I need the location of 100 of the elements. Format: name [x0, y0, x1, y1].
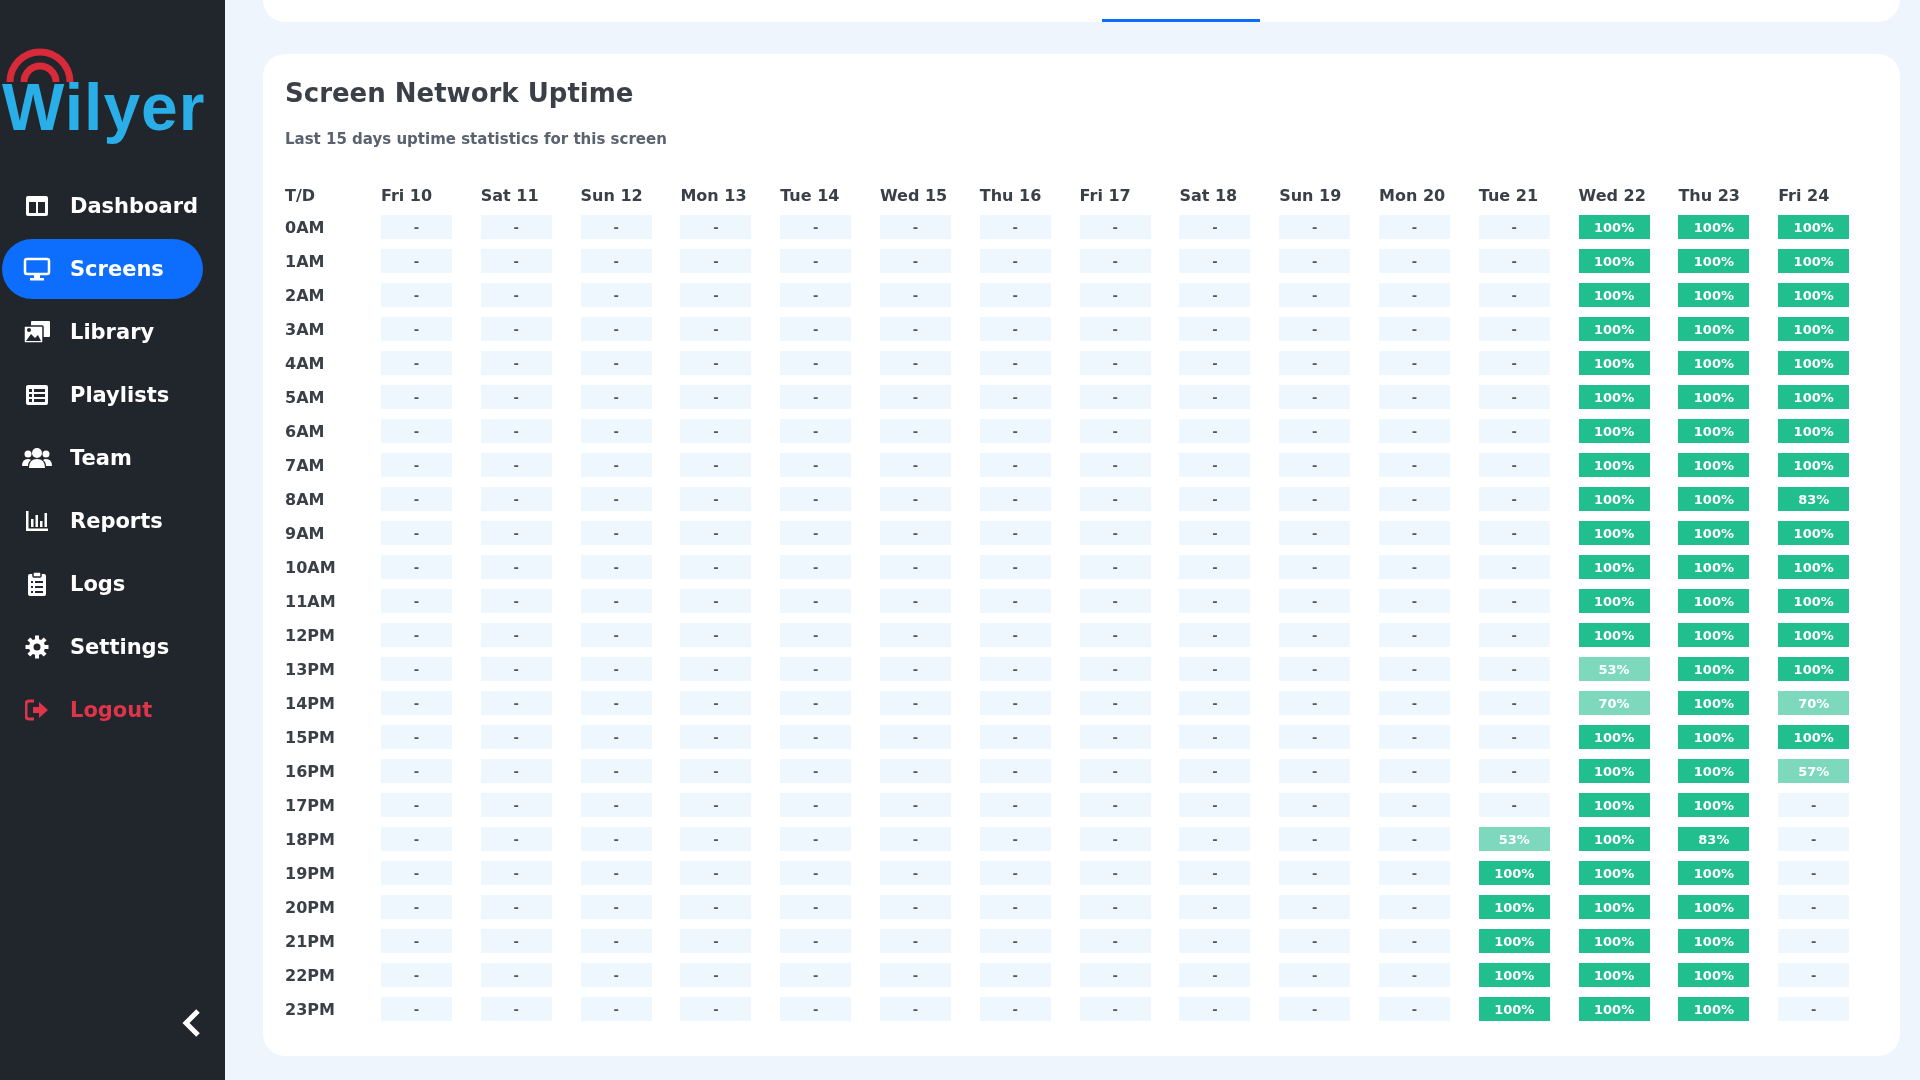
uptime-cell: -	[1279, 827, 1351, 851]
uptime-cell: -	[480, 249, 552, 273]
nav-item[interactable]: Dashboard	[2, 176, 203, 236]
nav-item[interactable]: Library	[2, 302, 203, 362]
uptime-cell: -	[1379, 963, 1450, 987]
uptime-cell: 53%	[1578, 657, 1650, 681]
uptime-cell: -	[480, 419, 552, 443]
uptime-cell: -	[880, 589, 951, 613]
hour-label: 8AM	[285, 489, 325, 509]
uptime-cell: -	[680, 215, 752, 239]
uptime-cell: -	[1379, 623, 1450, 647]
uptime-cell: -	[1279, 759, 1351, 783]
uptime-cell: 100%	[1678, 861, 1750, 885]
uptime-cell: -	[1179, 317, 1251, 341]
uptime-cell: -	[780, 725, 852, 749]
uptime-cell: -	[1079, 555, 1151, 579]
uptime-cell: 100%	[1678, 929, 1750, 953]
nav-item[interactable]: Settings	[2, 617, 203, 677]
uptime-cell: -	[979, 555, 1051, 579]
nav-item[interactable]: Screens	[2, 239, 203, 299]
uptime-cell: -	[1478, 487, 1550, 511]
uptime-cell: -	[381, 555, 452, 579]
uptime-cell: -	[480, 453, 552, 477]
uptime-cell: -	[580, 521, 652, 545]
uptime-cell: 100%	[1478, 929, 1550, 953]
uptime-cell: -	[680, 895, 752, 919]
uptime-cell: -	[1079, 929, 1151, 953]
hour-label: 3AM	[285, 319, 325, 339]
uptime-cell: -	[780, 317, 852, 341]
uptime-cell: -	[381, 385, 452, 409]
day-header: Sat 18	[1179, 186, 1238, 205]
uptime-cell: -	[1279, 997, 1351, 1021]
uptime-cell: -	[1279, 691, 1351, 715]
uptime-cell: 100%	[1778, 521, 1850, 545]
uptime-cell: -	[880, 895, 951, 919]
uptime-cell: -	[1179, 555, 1251, 579]
uptime-cell: -	[1079, 351, 1151, 375]
nav-item[interactable]: Playlists	[2, 365, 203, 425]
uptime-cell: -	[480, 895, 552, 919]
uptime-cell: -	[780, 691, 852, 715]
uptime-cell: -	[480, 283, 552, 307]
uptime-cell: -	[580, 215, 652, 239]
uptime-cell: -	[979, 895, 1051, 919]
uptime-cell: -	[780, 861, 852, 885]
uptime-cell: -	[381, 759, 452, 783]
uptime-cell: -	[480, 963, 552, 987]
monitor-icon	[23, 257, 51, 281]
uptime-cell: -	[1478, 657, 1550, 681]
hour-label: 7AM	[285, 455, 325, 475]
uptime-cell: -	[979, 351, 1051, 375]
uptime-cell: -	[1179, 385, 1251, 409]
uptime-cell: -	[680, 283, 752, 307]
uptime-cell: -	[880, 385, 951, 409]
uptime-cell: -	[580, 419, 652, 443]
uptime-cell: -	[880, 759, 951, 783]
uptime-cell: -	[979, 963, 1051, 987]
uptime-cell: -	[1379, 861, 1450, 885]
uptime-cell: -	[880, 623, 951, 647]
uptime-cell: -	[680, 793, 752, 817]
uptime-cell: -	[580, 623, 652, 647]
uptime-cell: 100%	[1678, 317, 1750, 341]
uptime-cell: -	[1478, 521, 1550, 545]
uptime-cell: -	[880, 555, 951, 579]
uptime-cell: -	[580, 487, 652, 511]
hour-label: 18PM	[285, 829, 335, 849]
uptime-cell: -	[1179, 487, 1251, 511]
uptime-cell: 100%	[1578, 215, 1650, 239]
uptime-cell: 100%	[1678, 895, 1750, 919]
uptime-cell: 100%	[1778, 657, 1850, 681]
day-header: Mon 13	[680, 186, 747, 205]
uptime-cell: -	[480, 793, 552, 817]
uptime-cell: -	[1379, 555, 1450, 579]
uptime-cell: 100%	[1478, 861, 1550, 885]
uptime-cell: -	[381, 861, 452, 885]
uptime-cell: 100%	[1578, 419, 1650, 443]
uptime-cell: -	[780, 555, 852, 579]
users-icon	[22, 447, 52, 469]
uptime-cell: -	[979, 861, 1051, 885]
bar-chart-icon	[25, 510, 49, 532]
uptime-cell: -	[1079, 521, 1151, 545]
uptime-cell: -	[680, 453, 752, 477]
uptime-cell: -	[880, 963, 951, 987]
nav-item[interactable]: Reports	[2, 491, 203, 551]
uptime-cell: -	[880, 997, 951, 1021]
uptime-cell: -	[1478, 385, 1550, 409]
nav-item[interactable]: Logs	[2, 554, 203, 614]
uptime-cell: 100%	[1778, 589, 1850, 613]
uptime-cell: 100%	[1578, 249, 1650, 273]
uptime-cell: 100%	[1678, 351, 1750, 375]
uptime-cell: -	[1478, 555, 1550, 579]
nav-item[interactable]: Team	[2, 428, 203, 488]
uptime-cell: -	[979, 997, 1051, 1021]
uptime-cell: -	[979, 249, 1051, 273]
day-header: Thu 23	[1678, 186, 1740, 205]
uptime-cell: -	[381, 827, 452, 851]
uptime-cell: -	[480, 657, 552, 681]
uptime-cell: 100%	[1678, 385, 1750, 409]
hour-label: 1AM	[285, 251, 325, 271]
uptime-cell: 100%	[1678, 793, 1750, 817]
uptime-cell: -	[1379, 793, 1450, 817]
